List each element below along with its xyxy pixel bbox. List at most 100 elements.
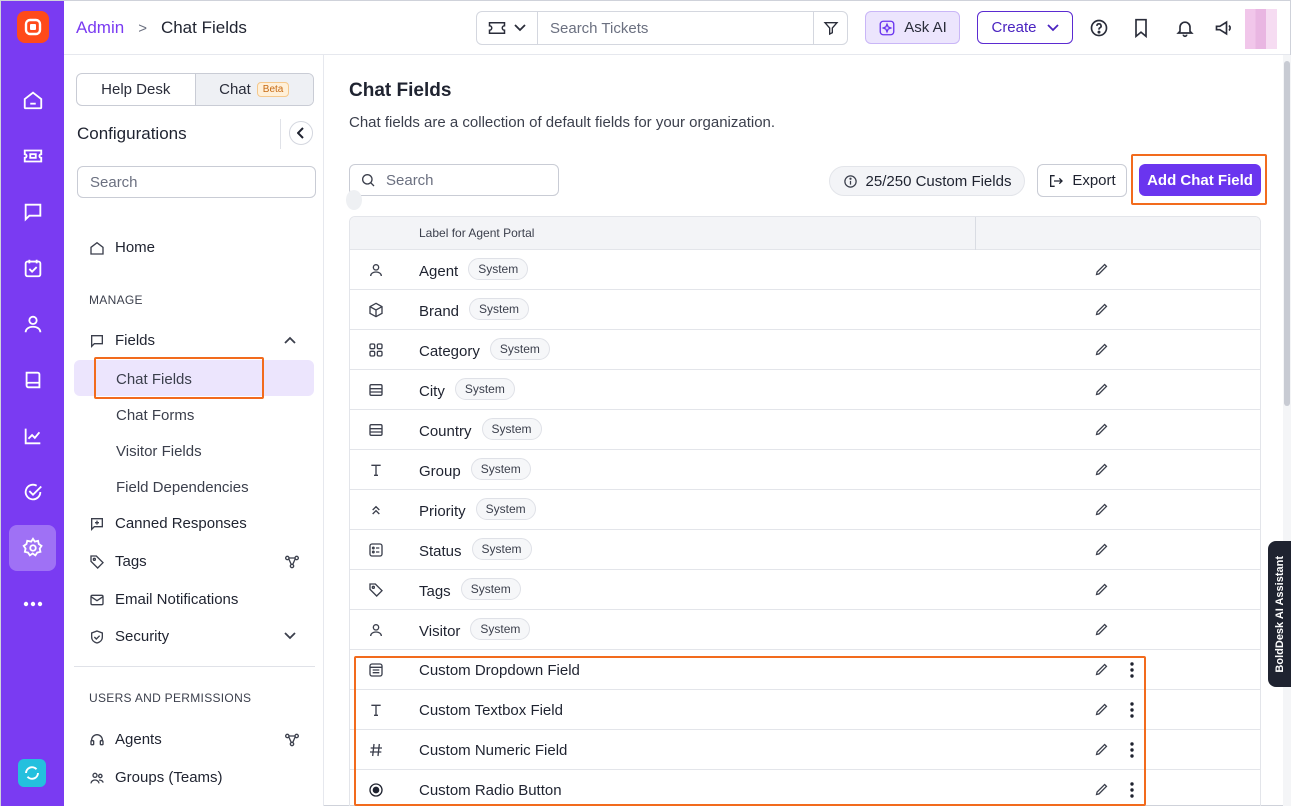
ticket-icon[interactable] [9, 133, 56, 179]
create-label: Create [991, 19, 1037, 36]
config-search-input[interactable]: Search [77, 166, 316, 198]
nav-home[interactable]: Home [89, 239, 155, 256]
edit-icon[interactable] [1094, 622, 1109, 637]
field-label: Category [419, 342, 480, 360]
field-name-cell: Brand System [419, 298, 530, 320]
chat-icon[interactable] [9, 189, 56, 235]
table-row[interactable]: Country System [350, 410, 1260, 450]
ai-assistant-tab[interactable]: BoldDesk AI Assistant [1268, 541, 1291, 687]
field-name-cell: Country System [419, 418, 542, 440]
edit-icon[interactable] [1094, 462, 1109, 477]
edit-icon[interactable] [1094, 542, 1109, 557]
sync-app-icon[interactable] [18, 759, 46, 787]
field-label: Country [419, 422, 472, 440]
table-row[interactable]: Priority System [350, 490, 1260, 530]
avatar[interactable] [1245, 9, 1277, 49]
kb-icon[interactable] [9, 357, 56, 403]
nav-email-notifications[interactable]: Email Notifications [89, 591, 238, 608]
chevron-up-icon[interactable] [284, 336, 296, 344]
nav-field-dependencies[interactable]: Field Dependencies [116, 479, 249, 496]
system-badge: System [454, 378, 515, 400]
nav-chat-fields[interactable]: Chat Fields [116, 371, 192, 388]
field-name-cell: City System [419, 378, 515, 400]
bell-icon[interactable] [1173, 16, 1197, 40]
nav-agents[interactable]: Agents [89, 731, 162, 748]
search-type-dropdown[interactable] [477, 12, 538, 44]
nav-chat-forms[interactable]: Chat Forms [116, 407, 194, 424]
table-row[interactable]: Group System [350, 450, 1260, 490]
edit-icon[interactable] [1094, 382, 1109, 397]
highlight-box [354, 656, 1146, 806]
nav-security-label: Security [115, 628, 170, 645]
nav-tags[interactable]: Tags [89, 553, 147, 570]
nav-groups[interactable]: Groups (Teams) [89, 769, 223, 786]
table-row[interactable]: Category System [350, 330, 1260, 370]
tab-chat[interactable]: Chat Beta [194, 74, 313, 105]
system-badge: System [489, 338, 550, 360]
export-button[interactable]: Export [1037, 164, 1127, 197]
ai-assistant-label: BoldDesk AI Assistant [1274, 555, 1286, 673]
network-icon [284, 554, 300, 570]
beta-badge: Beta [256, 82, 290, 97]
table-row[interactable]: City System [350, 370, 1260, 410]
more-icon[interactable] [9, 581, 56, 627]
scrollbar-thumb[interactable] [1284, 61, 1290, 406]
top-header: Admin > Chat Fields Search Tickets Ask A… [64, 1, 1290, 55]
approval-icon[interactable] [9, 469, 56, 515]
edit-icon[interactable] [1094, 582, 1109, 597]
chevron-left-icon [297, 127, 304, 139]
table-row[interactable]: Visitor System [350, 610, 1260, 650]
table-row[interactable]: Status System [350, 530, 1260, 570]
system-badge: System [481, 418, 542, 440]
search-icon [362, 174, 375, 187]
edit-icon[interactable] [1094, 262, 1109, 277]
field-name-cell: Status System [419, 538, 532, 560]
chevron-down-icon[interactable] [284, 632, 296, 640]
help-icon[interactable] [1087, 16, 1111, 40]
status-icon [368, 542, 384, 558]
add-chat-field-button[interactable]: Add Chat Field [1139, 164, 1261, 196]
breadcrumb-separator-icon: > [138, 19, 147, 37]
app-logo-icon[interactable] [17, 11, 49, 43]
fields-search-input[interactable]: Search [349, 164, 559, 196]
table-row[interactable]: Agent System [350, 250, 1260, 290]
tab-help-desk[interactable]: Help Desk [77, 74, 195, 105]
megaphone-icon[interactable] [1212, 16, 1236, 40]
user-icon [368, 622, 384, 638]
network-icon [284, 732, 300, 748]
settings-icon[interactable] [9, 525, 56, 571]
edit-icon[interactable] [1094, 502, 1109, 517]
system-badge: System [469, 298, 530, 320]
list-box-icon [368, 382, 384, 398]
ticket-search-input[interactable]: Search Tickets [538, 20, 813, 37]
chevrons-up-icon [368, 502, 384, 518]
field-name-cell: Priority System [419, 498, 536, 520]
reports-icon[interactable] [9, 413, 56, 459]
chevron-down-icon [1046, 23, 1059, 31]
edit-icon[interactable] [1094, 302, 1109, 317]
ask-ai-button[interactable]: Ask AI [865, 11, 960, 44]
nav-visitor-fields[interactable]: Visitor Fields [116, 443, 202, 460]
field-label: Group [419, 462, 461, 480]
field-name-cell: Agent System [419, 258, 529, 280]
nav-home-label: Home [115, 239, 156, 256]
nav-agents-label: Agents [115, 731, 162, 748]
nav-security[interactable]: Security [89, 628, 169, 645]
task-icon[interactable] [9, 245, 56, 291]
breadcrumb-admin-link[interactable]: Admin [76, 18, 124, 38]
create-button[interactable]: Create [977, 11, 1073, 44]
home-icon[interactable] [9, 77, 56, 123]
filter-icon[interactable] [813, 12, 847, 44]
nav-fields[interactable]: Fields [89, 332, 155, 349]
table-row[interactable]: Brand System [350, 290, 1260, 330]
field-label: Tags [419, 582, 451, 600]
collapse-sidebar-button[interactable] [289, 121, 313, 145]
bookmark-icon[interactable] [1129, 16, 1153, 40]
search-placeholder: Search [386, 171, 434, 189]
contact-icon[interactable] [9, 301, 56, 347]
edit-icon[interactable] [1094, 422, 1109, 437]
table-row[interactable]: Tags System [350, 570, 1260, 610]
headset-icon [90, 733, 104, 745]
nav-canned-responses[interactable]: Canned Responses [89, 515, 247, 532]
edit-icon[interactable] [1094, 342, 1109, 357]
